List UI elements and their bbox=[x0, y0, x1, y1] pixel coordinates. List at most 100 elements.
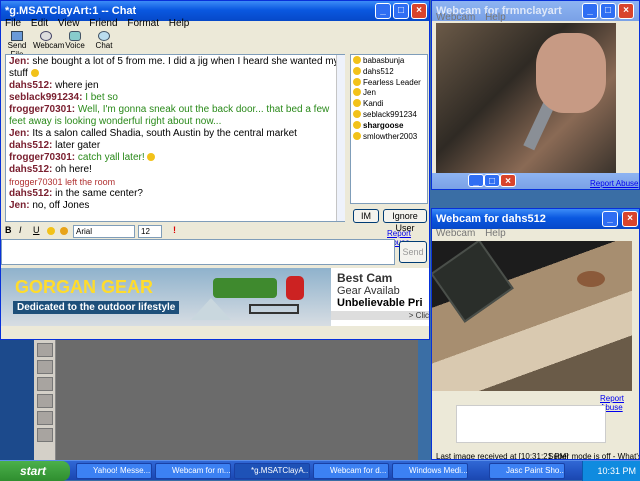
chat-message: frogger70301: catch yall later! bbox=[9, 152, 341, 164]
user-list: babasbunja dahs512 Fearless Leader Jen K… bbox=[350, 54, 428, 204]
device-image bbox=[432, 241, 514, 323]
user-item[interactable]: seblack991234 bbox=[353, 109, 425, 121]
report-abuse-link[interactable]: Report Abuse bbox=[590, 179, 638, 188]
font-size-select[interactable]: 12 bbox=[138, 225, 162, 238]
task-yahoo-messenger[interactable]: Yahoo! Messe... bbox=[76, 463, 152, 479]
task-webcam-d[interactable]: Webcam for d... bbox=[313, 463, 389, 479]
user-icon bbox=[353, 77, 361, 86]
task-webcam-m[interactable]: Webcam for m... bbox=[155, 463, 231, 479]
cot-image bbox=[249, 304, 299, 314]
webcam-titlebar: Webcam for dahs512 _ × bbox=[432, 209, 639, 229]
user-icon bbox=[353, 99, 361, 108]
chat-button[interactable]: Chat bbox=[93, 31, 115, 50]
menu-view[interactable]: View bbox=[58, 18, 80, 29]
voice-button[interactable]: Voice bbox=[63, 31, 87, 50]
chat-toolbar: Send File Webcam Voice Chat bbox=[1, 31, 429, 59]
chat-message: frogger70301: Well, I'm gonna sneak out … bbox=[9, 104, 330, 127]
advertisement-banner[interactable]: GORGAN GEAR Dedicated to the outdoor lif… bbox=[1, 268, 429, 326]
user-item[interactable]: Kandi bbox=[353, 99, 425, 110]
lantern-image bbox=[286, 276, 304, 300]
paint-shop-toolbox bbox=[34, 340, 56, 460]
tool-icon[interactable] bbox=[37, 343, 53, 357]
chat-message: dahs512: later gater bbox=[9, 140, 101, 151]
italic-button[interactable]: I bbox=[19, 225, 22, 235]
message-input[interactable] bbox=[1, 239, 395, 265]
bold-button[interactable]: B bbox=[5, 225, 12, 235]
ad-tagline: Dedicated to the outdoor lifestyle bbox=[13, 301, 180, 314]
chat-message: dahs512: oh here! bbox=[9, 164, 92, 175]
chat-message: seblack991234: I bet so bbox=[9, 92, 118, 103]
menu-help[interactable]: Help bbox=[485, 228, 506, 239]
webcam-icon bbox=[40, 31, 52, 41]
clock: 10:31 PM bbox=[597, 466, 636, 476]
hand-image bbox=[536, 33, 606, 113]
user-item[interactable]: dahs512 bbox=[353, 66, 425, 78]
menu-format[interactable]: Format bbox=[127, 18, 159, 29]
ad-brand: GORGAN GEAR bbox=[15, 277, 154, 297]
task-paint-shop[interactable]: Jasc Paint Sho... bbox=[489, 463, 565, 479]
task-chat[interactable]: *g.MSATClayA... bbox=[234, 463, 310, 479]
chat-label: Chat bbox=[95, 41, 113, 50]
smiley-icon bbox=[147, 153, 156, 161]
user-item[interactable]: shargoose bbox=[353, 120, 425, 132]
send-button[interactable]: Send bbox=[399, 241, 427, 263]
tool-icon[interactable] bbox=[37, 428, 53, 442]
webcam-menubar: Webcam Help bbox=[432, 227, 639, 241]
menu-friend[interactable]: Friend bbox=[89, 18, 117, 29]
chat-menubar: File Edit View Friend Format Help bbox=[1, 17, 429, 31]
webcam-video bbox=[436, 23, 616, 173]
tool-icon[interactable] bbox=[37, 377, 53, 391]
clay-image bbox=[577, 271, 605, 287]
menu-help[interactable]: Help bbox=[169, 18, 190, 29]
user-icon bbox=[353, 131, 361, 140]
chat-message: Jen: Its a salon called Shadia, south Au… bbox=[9, 128, 297, 139]
underline-button[interactable]: U bbox=[33, 225, 40, 235]
user-item[interactable]: babasbunja bbox=[353, 56, 425, 67]
close-button[interactable]: × bbox=[622, 211, 638, 227]
ignore-user-button[interactable]: Ignore User bbox=[383, 209, 427, 233]
im-button[interactable]: IM bbox=[353, 209, 379, 223]
webcam-video bbox=[432, 241, 632, 391]
tool-icon[interactable] bbox=[37, 411, 53, 425]
mattress-image bbox=[213, 278, 277, 298]
user-item[interactable]: smlowther2003 bbox=[353, 131, 425, 143]
menu-help[interactable]: Help bbox=[485, 12, 506, 23]
menu-webcam[interactable]: Webcam bbox=[436, 228, 475, 239]
webcam-title: Webcam for dahs512 bbox=[436, 213, 546, 225]
menu-webcam[interactable]: Webcam bbox=[436, 12, 475, 23]
ad-promo: Best Cam Gear Availab Unbelievable Pri >… bbox=[331, 268, 429, 326]
user-item[interactable]: Fearless Leader bbox=[353, 77, 425, 89]
webcam-info-box bbox=[456, 405, 606, 443]
user-icon bbox=[353, 88, 361, 97]
menu-file[interactable]: File bbox=[5, 18, 21, 29]
user-item[interactable]: Jen bbox=[353, 88, 425, 99]
chat-message: frogger70301 left the room bbox=[9, 177, 116, 187]
tool-icon[interactable] bbox=[37, 360, 53, 374]
chat-scrollbar[interactable] bbox=[336, 55, 345, 221]
chat-title: *g.MSATClayArt:1 -- Chat bbox=[5, 5, 137, 17]
webcam-button[interactable]: Webcam bbox=[33, 31, 64, 50]
emoticon-icon[interactable] bbox=[47, 227, 55, 235]
webcam-window-bottom: Webcam for dahs512 _ × Webcam Help Repor… bbox=[431, 208, 640, 460]
super-mode-status: Super mode is off - What's this? bbox=[548, 452, 640, 460]
system-tray: 10:31 PM bbox=[582, 461, 640, 481]
menu-edit[interactable]: Edit bbox=[31, 18, 48, 29]
user-icon bbox=[353, 66, 361, 75]
maximize-button[interactable]: □ bbox=[484, 174, 500, 187]
font-select[interactable]: Arial bbox=[73, 225, 135, 238]
desktop-background bbox=[0, 340, 34, 460]
color-icon[interactable]: ! bbox=[173, 225, 176, 235]
minimize-button[interactable]: _ bbox=[602, 211, 618, 227]
chat-message: Jen: she bought a lot of 5 from me. I di… bbox=[9, 56, 339, 79]
minimize-button[interactable]: _ bbox=[468, 174, 484, 187]
close-button[interactable]: × bbox=[500, 174, 516, 187]
voice-label: Voice bbox=[65, 41, 85, 50]
voice-icon bbox=[69, 31, 81, 41]
start-button[interactable]: start bbox=[0, 461, 70, 481]
audible-icon[interactable] bbox=[60, 227, 68, 235]
chat-transcript: Jen: she bought a lot of 5 from me. I di… bbox=[5, 54, 345, 222]
paint-shop-workspace bbox=[34, 340, 418, 460]
task-windows-media[interactable]: Windows Medi... bbox=[392, 463, 468, 479]
tool-icon[interactable] bbox=[37, 394, 53, 408]
send-file-icon bbox=[11, 31, 23, 41]
